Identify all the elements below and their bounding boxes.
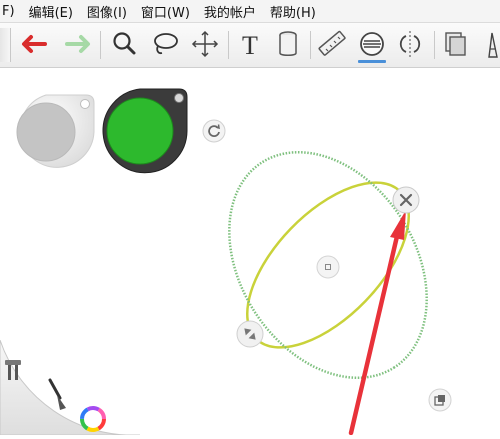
annotation-arrow-shaft	[348, 229, 401, 435]
color-wheel-icon[interactable]	[80, 406, 106, 432]
guide-center-handle[interactable]	[316, 255, 340, 283]
guide-resize-handle[interactable]	[236, 320, 264, 352]
brush-icon[interactable]	[48, 378, 66, 410]
resize-arrows-icon	[236, 320, 264, 348]
rotate-icon	[202, 119, 226, 143]
close-icon	[392, 186, 420, 214]
rotate-guide-button[interactable]	[202, 119, 226, 147]
close-guide-button[interactable]	[392, 186, 420, 218]
center-point-icon	[316, 255, 340, 279]
scale-icon	[428, 388, 452, 412]
guide-scale-handle[interactable]	[428, 388, 452, 416]
lagoon-hud	[0, 339, 150, 439]
